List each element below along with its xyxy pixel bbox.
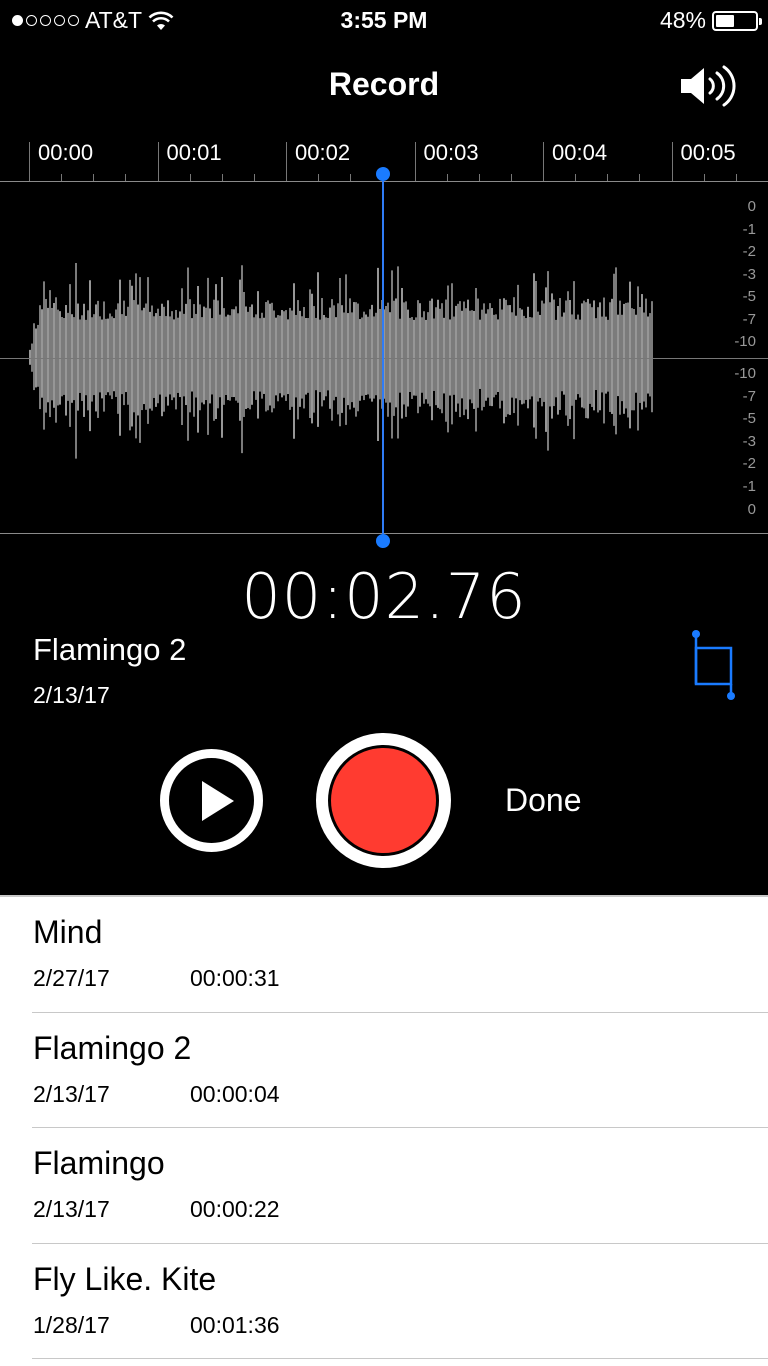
recording-list-item[interactable]: Flamingo 2/13/17 00:00:22 [0,1128,768,1244]
level-label: -5 [742,288,756,305]
timeline-label: 00:01 [166,140,222,165]
minor-tick [93,174,95,181]
recording-list-item[interactable]: Flamingo 2 2/13/17 00:00:04 [0,1013,768,1129]
timeline-label: 00:03 [423,140,479,165]
recording-item-name: Fly Like. Kite [33,1260,217,1297]
major-tick [671,142,673,181]
timeline-label: 00:00 [38,140,94,165]
level-label: 0 [747,500,756,518]
minor-tick [639,174,641,181]
minor-tick [446,174,448,181]
battery-percent: 48% [659,7,706,33]
elapsed-time: 00:02.76 [241,560,527,633]
record-button[interactable] [316,733,451,868]
play-icon [202,781,234,821]
level-label: -3 [742,432,756,450]
level-label: -2 [742,455,756,473]
minor-tick [735,174,737,181]
battery-level [716,14,735,27]
minor-tick [478,174,480,181]
recording-list-item[interactable]: Mind 2/27/17 00:00:31 [0,897,768,1013]
minor-tick [318,174,320,181]
battery-icon [712,10,762,31]
timeline-label: 00:04 [552,140,608,165]
level-label: -7 [742,310,756,328]
major-tick [414,142,416,181]
recording-item-duration: 00:00:31 [190,965,280,991]
minor-tick [125,174,127,181]
recording-item-name: Flamingo 2 [33,1029,192,1066]
major-tick [29,142,30,181]
recording-list-item[interactable]: Fly Like. Kite 1/28/17 00:01:36 [0,1244,768,1360]
recording-date: 2/13/17 [33,682,110,708]
level-label: -7 [742,387,756,405]
level-label: -1 [742,220,756,238]
recording-item-duration: 00:01:36 [190,1311,280,1338]
playhead-top-handle[interactable] [376,167,390,181]
minor-tick [510,174,512,181]
minor-tick [575,174,577,181]
minor-tick [61,174,63,181]
level-label: -5 [742,410,756,428]
minor-tick [221,174,223,181]
recording-item-duration: 00:00:04 [190,1080,280,1107]
minor-tick [189,174,191,181]
recording-item-name: Flamingo [33,1145,165,1181]
recording-item-date: 1/28/17 [33,1311,110,1338]
status-right: 48% [659,7,762,34]
minor-tick [350,174,352,181]
minor-tick [703,174,705,181]
level-label: 0 [747,198,756,215]
major-tick [543,142,544,181]
speaker-volume-icon[interactable] [678,62,738,110]
recording-item-duration: 00:00:22 [190,1196,280,1222]
recording-item-date: 2/13/17 [33,1196,110,1222]
recording-item-name: Mind [33,914,103,950]
page-title: Record [328,66,440,102]
play-button[interactable] [160,749,263,852]
clock: 3:55 PM [340,7,428,33]
level-label: -2 [742,243,756,260]
minor-tick [253,174,255,181]
playhead[interactable] [382,174,384,541]
major-tick [157,142,159,181]
level-label: -1 [742,478,756,495]
record-icon [328,745,439,856]
level-label: -10 [734,365,756,382]
timeline-label: 00:05 [680,140,736,165]
timeline-label: 00:02 [295,140,351,165]
minor-tick [607,174,609,181]
recording-item-date: 2/27/17 [33,965,110,991]
recording-name[interactable]: Flamingo 2 [33,632,186,668]
done-button[interactable]: Done [505,782,582,819]
recorder-panel: AT&T 3:55 PM 48% Record 00:00 00:01 00:02 0… [0,0,768,895]
level-label: -3 [742,265,756,283]
recording-item-date: 2/13/17 [33,1080,110,1107]
battery-tip [759,17,762,25]
recordings-list: Mind 2/27/17 00:00:31 Flamingo 2 2/13/17 00:0… [0,895,768,1359]
status-bar: AT&T 3:55 PM 48% [0,0,768,40]
waveform-center-line [0,358,768,359]
trim-icon[interactable] [688,626,738,702]
level-label: -10 [734,333,756,350]
playhead-bottom-handle[interactable] [376,534,390,548]
major-tick [286,142,287,181]
